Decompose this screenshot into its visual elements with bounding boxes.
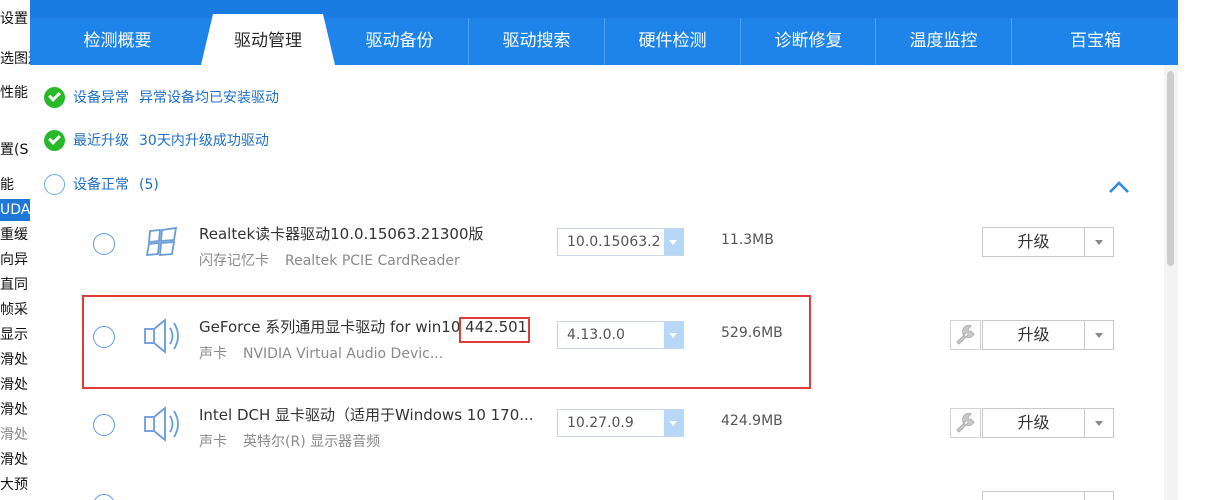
driver-select-radio[interactable] — [93, 494, 115, 500]
background-item: 能 — [0, 177, 14, 193]
upgrade-button[interactable]: 升级 — [982, 227, 1085, 257]
background-item: 滑处 — [0, 427, 28, 443]
status-label: 设备正常 — [73, 177, 129, 193]
status-recent-upgrade: 最近升级 30天内升级成功驱动 — [44, 129, 269, 153]
background-item: 直同 — [0, 277, 28, 293]
status-count: (5) — [139, 177, 159, 193]
background-item: 选图形 — [0, 51, 30, 67]
wrench-icon[interactable] — [950, 408, 981, 438]
driver-device: 声卡 英特尔(R) 显示器音频 — [199, 431, 380, 451]
background-item-selected: UDA — [0, 199, 30, 221]
upgrade-button[interactable]: 升级 — [982, 408, 1085, 438]
tab-temperature-monitor[interactable]: 温度监控 — [875, 18, 1011, 65]
upgrade-button[interactable]: 升级 — [982, 320, 1085, 350]
background-item: 大预 — [0, 477, 28, 493]
version-select[interactable]: 10.0.15063.2 — [557, 228, 684, 256]
status-value[interactable]: 30天内升级成功驱动 — [139, 133, 269, 149]
background-item: 设置 — [0, 11, 28, 27]
status-device-normal[interactable]: 设备正常 (5) — [44, 173, 159, 197]
background-item: 向异 — [0, 252, 28, 268]
background-item: 置(S) — [0, 142, 31, 158]
device-kind: 闪存记忆卡 — [199, 253, 269, 269]
background-item: 性能 — [0, 85, 28, 101]
driver-row: Intel DCH 显卡驱动（适用于Windows 10 170... 声卡 英特… — [80, 386, 1120, 464]
windows-logo-icon — [145, 226, 178, 257]
tab-driver-management[interactable]: 驱动管理 — [201, 14, 335, 65]
status-label: 最近升级 — [73, 133, 129, 149]
driver-select-radio[interactable] — [93, 414, 115, 436]
version-value: 10.0.15063.2 — [567, 234, 661, 250]
tab-toolbox[interactable]: 百宝箱 — [1011, 18, 1179, 65]
driver-name: Intel DCH 显卡驱动（适用于Windows 10 170... — [199, 404, 534, 425]
driver-device: 闪存记忆卡 Realtek PCIE CardReader — [199, 250, 460, 270]
empty-circle-icon — [44, 173, 65, 195]
tab-diagnose-repair[interactable]: 诊断修复 — [740, 18, 876, 65]
version-value: 10.27.0.9 — [567, 415, 634, 431]
driver-row: Realtek读卡器驱动10.0.15063.21300版 闪存记忆卡 Realt… — [80, 205, 1120, 283]
speaker-icon — [144, 406, 179, 442]
tab-driver-backup[interactable]: 驱动备份 — [333, 18, 466, 65]
device-kind: 声卡 — [199, 434, 227, 450]
driver-select-radio[interactable] — [93, 233, 115, 255]
scrollbar-thumb[interactable] — [1167, 71, 1174, 266]
background-window: 设置 选图形 性能 置(S) 能 UDA 重缓 向异 直同 帧采 显示 滑处 滑… — [0, 0, 31, 500]
check-circle-icon — [44, 129, 65, 151]
tab-detect-summary[interactable]: 检测概要 — [30, 18, 205, 65]
status-label: 设备异常 — [73, 90, 129, 106]
background-item: 显示 — [0, 327, 28, 343]
upgrade-button[interactable] — [982, 491, 1085, 500]
vertical-scrollbar[interactable] — [1164, 65, 1178, 500]
device-desc: 英特尔(R) 显示器音频 — [243, 434, 381, 450]
background-item: 滑处 — [0, 352, 28, 368]
annotation-box-version — [459, 317, 530, 343]
driver-name: Realtek读卡器驱动10.0.15063.21300版 — [199, 223, 484, 244]
background-item: 滑处 — [0, 402, 28, 418]
driver-manager-window: 检测概要 驱动管理 驱动备份 驱动搜索 硬件检测 诊断修复 温度监控 百宝箱 设… — [30, 0, 1178, 500]
driver-size: 424.9MB — [721, 413, 783, 429]
upgrade-dropdown-button[interactable] — [1085, 408, 1114, 438]
driver-row-partial — [80, 474, 1120, 500]
background-item: 滑处 — [0, 452, 28, 468]
wrench-icon[interactable] — [950, 320, 981, 350]
upgrade-dropdown-button[interactable] — [1085, 320, 1114, 350]
driver-size: 11.3MB — [721, 232, 774, 248]
driver-name-text: Intel DCH 显卡驱动（适用于Windows 10 170... — [199, 406, 534, 424]
status-device-abnormal: 设备异常 异常设备均已安装驱动 — [44, 86, 279, 110]
status-value[interactable]: 异常设备均已安装驱动 — [139, 90, 279, 106]
upgrade-dropdown-button[interactable] — [1085, 491, 1114, 500]
device-desc: Realtek PCIE CardReader — [285, 253, 460, 269]
driver-name-text: Realtek读卡器驱动10.0.15063.21300版 — [199, 225, 484, 243]
check-circle-icon — [44, 86, 65, 108]
tab-driver-search[interactable]: 驱动搜索 — [468, 18, 604, 65]
tab-hardware-detect[interactable]: 硬件检测 — [604, 18, 740, 65]
chevron-down-icon[interactable] — [664, 410, 683, 436]
collapse-chevron-up-icon[interactable] — [1108, 176, 1130, 198]
tab-bar: 检测概要 驱动管理 驱动备份 驱动搜索 硬件检测 诊断修复 温度监控 百宝箱 — [30, 0, 1178, 65]
upgrade-dropdown-button[interactable] — [1085, 227, 1114, 257]
annotation-box — [82, 295, 811, 389]
background-item: 帧采 — [0, 302, 28, 318]
background-item: 滑处 — [0, 377, 28, 393]
background-item: 重缓 — [0, 227, 28, 243]
version-select[interactable]: 10.27.0.9 — [557, 409, 684, 437]
chevron-down-icon[interactable] — [664, 229, 683, 255]
